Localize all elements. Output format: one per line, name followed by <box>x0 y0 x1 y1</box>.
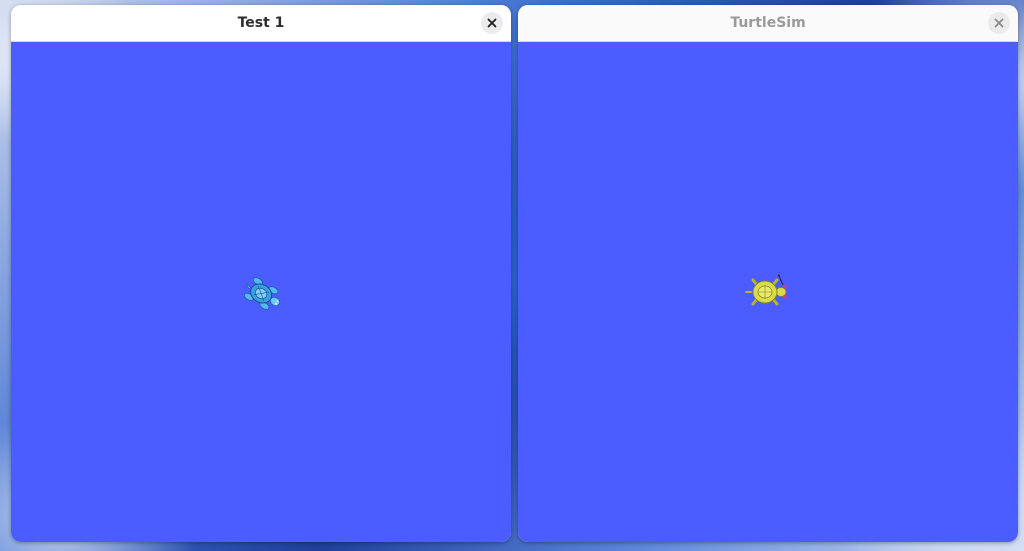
turtle-canvas <box>518 42 1018 542</box>
close-button[interactable] <box>481 12 503 34</box>
titlebar[interactable]: Test 1 <box>11 5 511 42</box>
turtle-icon <box>243 277 281 310</box>
window-test-1[interactable]: Test 1 <box>11 5 511 542</box>
close-icon <box>994 18 1004 28</box>
titlebar[interactable]: TurtleSim <box>518 5 1018 42</box>
window-turtlesim[interactable]: TurtleSim <box>518 5 1018 542</box>
turtle-icon <box>745 274 787 306</box>
turtle-canvas <box>11 42 511 542</box>
window-title: TurtleSim <box>730 15 806 31</box>
close-icon <box>487 18 497 28</box>
close-button[interactable] <box>988 12 1010 34</box>
window-title: Test 1 <box>237 15 285 31</box>
